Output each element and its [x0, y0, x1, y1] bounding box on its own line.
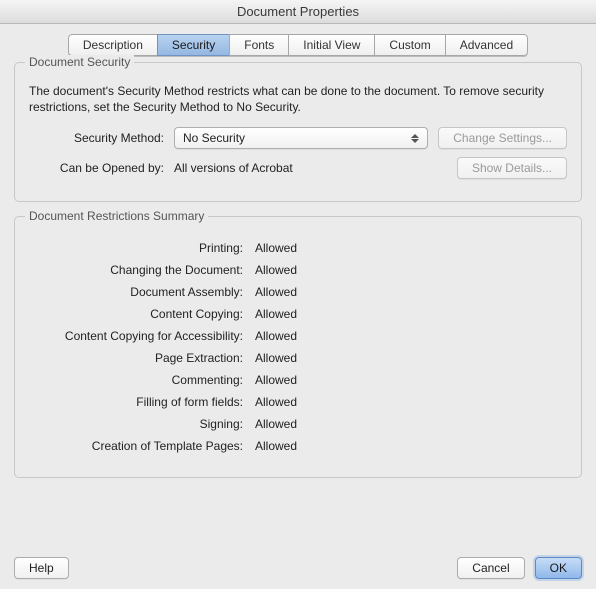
restriction-row: Commenting:Allowed [29, 373, 567, 387]
restrictions-group: Document Restrictions Summary Printing:A… [14, 216, 582, 478]
security-intro-text: The document's Security Method restricts… [29, 83, 567, 115]
restriction-value: Allowed [249, 439, 297, 453]
restriction-value: Allowed [249, 241, 297, 255]
security-method-select[interactable]: No Security [174, 127, 428, 149]
restriction-value: Allowed [249, 307, 297, 321]
help-button[interactable]: Help [14, 557, 69, 579]
restriction-value: Allowed [249, 417, 297, 431]
restriction-row: Signing:Allowed [29, 417, 567, 431]
restriction-row: Document Assembly:Allowed [29, 285, 567, 299]
restriction-label: Filling of form fields: [29, 395, 249, 409]
ok-button[interactable]: OK [535, 557, 582, 579]
restriction-label: Page Extraction: [29, 351, 249, 365]
restriction-label: Printing: [29, 241, 249, 255]
restriction-value: Allowed [249, 285, 297, 299]
restriction-label: Commenting: [29, 373, 249, 387]
restriction-label: Content Copying: [29, 307, 249, 321]
restriction-label: Document Assembly: [29, 285, 249, 299]
window-title: Document Properties [0, 0, 596, 24]
security-method-label: Security Method: [29, 131, 164, 145]
restriction-label: Content Copying for Accessibility: [29, 329, 249, 343]
cancel-button[interactable]: Cancel [457, 557, 524, 579]
restriction-label: Creation of Template Pages: [29, 439, 249, 453]
group-title-security: Document Security [25, 55, 134, 69]
restriction-row: Printing:Allowed [29, 241, 567, 255]
restriction-value: Allowed [249, 329, 297, 343]
restriction-value: Allowed [249, 395, 297, 409]
tab-initial-view[interactable]: Initial View [288, 34, 374, 56]
tab-advanced[interactable]: Advanced [445, 34, 528, 56]
tab-fonts[interactable]: Fonts [229, 34, 288, 56]
restriction-value: Allowed [249, 373, 297, 387]
restriction-row: Creation of Template Pages:Allowed [29, 439, 567, 453]
change-settings-button[interactable]: Change Settings... [438, 127, 567, 149]
document-security-group: Document Security The document's Securit… [14, 62, 582, 202]
tab-bar: DescriptionSecurityFontsInitial ViewCust… [14, 34, 582, 56]
restriction-row: Filling of form fields:Allowed [29, 395, 567, 409]
show-details-button[interactable]: Show Details... [457, 157, 567, 179]
restriction-value: Allowed [249, 263, 297, 277]
tab-description[interactable]: Description [68, 34, 157, 56]
restriction-row: Changing the Document:Allowed [29, 263, 567, 277]
tab-custom[interactable]: Custom [374, 34, 444, 56]
opened-by-label: Can be Opened by: [29, 161, 164, 175]
restriction-row: Content Copying for Accessibility:Allowe… [29, 329, 567, 343]
restriction-value: Allowed [249, 351, 297, 365]
opened-by-value: All versions of Acrobat [174, 161, 293, 175]
restriction-row: Page Extraction:Allowed [29, 351, 567, 365]
restriction-label: Signing: [29, 417, 249, 431]
restriction-row: Content Copying:Allowed [29, 307, 567, 321]
group-title-restrictions: Document Restrictions Summary [25, 209, 208, 223]
security-method-value: No Security [183, 131, 245, 145]
chevron-updown-icon [409, 128, 421, 148]
restriction-label: Changing the Document: [29, 263, 249, 277]
tab-security[interactable]: Security [157, 34, 229, 56]
